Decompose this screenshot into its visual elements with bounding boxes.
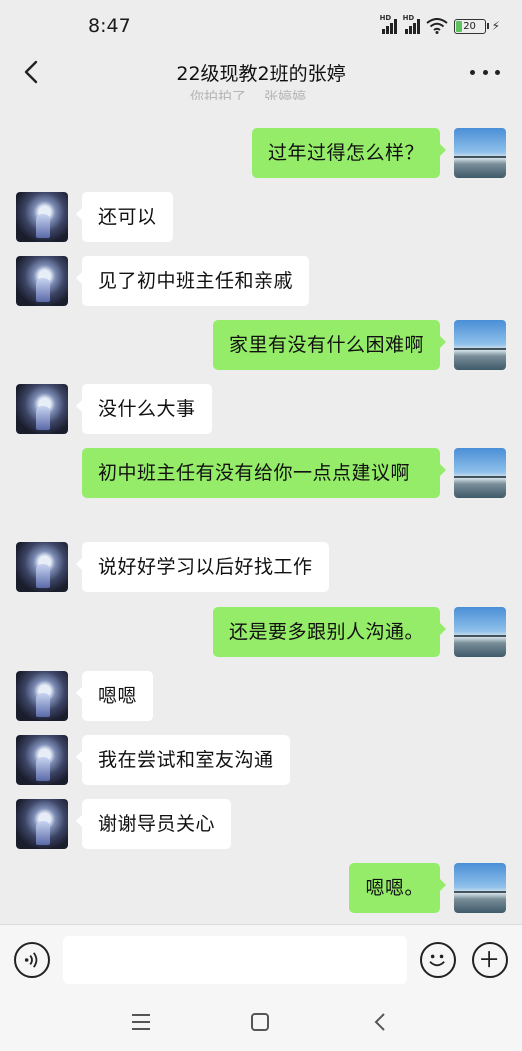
contact-avatar[interactable] xyxy=(16,256,68,306)
message-bubble-received[interactable]: 嗯嗯 xyxy=(75,671,154,721)
message-row: 还可以 xyxy=(16,192,173,242)
status-bar: 8:47 HD HD 20 ⚡ xyxy=(0,0,522,52)
battery-level: 20 xyxy=(463,20,476,32)
message-row: 嗯嗯。 xyxy=(349,863,506,913)
message-row: 初中班主任有没有给你一点点建议啊 xyxy=(82,448,506,498)
battery-icon: 20 xyxy=(453,18,489,34)
plus-icon[interactable] xyxy=(472,942,508,978)
message-bubble-received[interactable]: 说好好学习以后好找工作 xyxy=(76,542,329,592)
my-avatar[interactable] xyxy=(454,320,506,370)
my-avatar[interactable] xyxy=(454,448,506,498)
message-row: 过年过得怎么样？ xyxy=(251,128,506,178)
message-row: 家里有没有什么困难啊 xyxy=(212,320,506,370)
message-row: 见了初中班主任和亲戚 xyxy=(16,256,310,306)
message-row: 嗯嗯 xyxy=(16,671,154,721)
nav-back-icon[interactable] xyxy=(370,1010,390,1034)
message-bubble-received[interactable]: 还可以 xyxy=(76,192,173,242)
message-bubble-received[interactable]: 见了初中班主任和亲戚 xyxy=(75,256,310,306)
message-row: 还是要多跟别人沟通。 xyxy=(212,607,506,657)
menu-icon[interactable] xyxy=(130,1012,152,1032)
home-icon[interactable] xyxy=(251,1013,269,1031)
contact-avatar[interactable] xyxy=(16,671,68,721)
charging-icon: ⚡ xyxy=(491,19,500,33)
message-bubble-received[interactable]: 我在尝试和室友沟通 xyxy=(76,735,290,785)
message-bubble-received[interactable]: 没什么大事 xyxy=(76,384,212,434)
input-bar xyxy=(0,924,522,994)
message-bubble-sent[interactable]: 嗯嗯。 xyxy=(349,863,446,913)
more-icon[interactable] xyxy=(470,60,500,84)
message-bubble-sent[interactable]: 初中班主任有没有给你一点点建议啊 xyxy=(82,448,446,498)
message-bubble-sent[interactable]: 还是要多跟别人沟通。 xyxy=(212,607,447,657)
my-avatar[interactable] xyxy=(454,863,506,913)
contact-avatar[interactable] xyxy=(16,192,68,242)
message-bubble-received[interactable]: 谢谢导员关心 xyxy=(75,799,232,849)
message-bubble-sent[interactable]: 过年过得怎么样？ xyxy=(251,128,447,178)
message-bubble-sent[interactable]: 家里有没有什么困难啊 xyxy=(212,320,447,370)
message-row: 说好好学习以后好找工作 xyxy=(16,542,329,592)
message-row: 谢谢导员关心 xyxy=(16,799,232,849)
emoji-icon[interactable] xyxy=(420,942,456,978)
contact-avatar[interactable] xyxy=(16,735,68,785)
system-nav-bar xyxy=(0,994,522,1051)
chat-title: 22级现教2班的张婷 xyxy=(176,62,346,85)
message-input[interactable] xyxy=(63,936,407,984)
status-time: 8:47 xyxy=(88,15,131,37)
message-row: 没什么大事 xyxy=(16,384,212,434)
message-row: 我在尝试和室友沟通 xyxy=(16,735,290,785)
signal-icon: HD xyxy=(380,14,397,34)
signal-icon-2: HD xyxy=(403,14,420,34)
contact-avatar[interactable] xyxy=(16,384,68,434)
status-icons: HD HD 20 ⚡ xyxy=(380,14,500,34)
my-avatar[interactable] xyxy=(454,128,506,178)
back-icon[interactable] xyxy=(18,56,46,88)
cut-off-system-text: 你拍拍了 张婷婷 xyxy=(190,90,306,100)
contact-avatar[interactable] xyxy=(16,542,68,592)
my-avatar[interactable] xyxy=(454,607,506,657)
contact-avatar[interactable] xyxy=(16,799,68,849)
voice-icon[interactable] xyxy=(14,942,50,978)
wifi-icon xyxy=(425,18,448,34)
